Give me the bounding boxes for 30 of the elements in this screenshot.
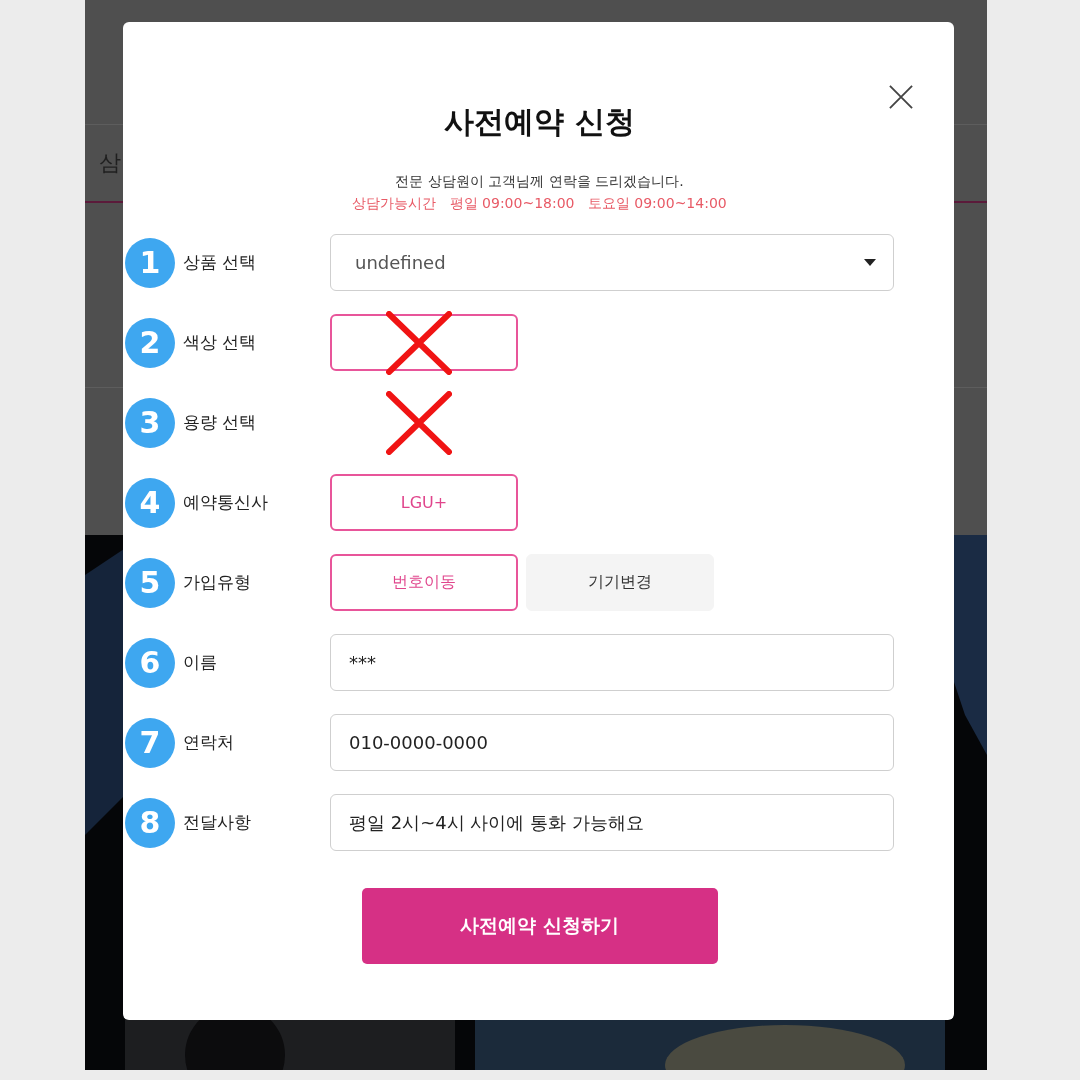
option-button[interactable] bbox=[330, 314, 518, 371]
caret-icon bbox=[864, 259, 876, 266]
subtitle-text: 전문 상담원이 고객님께 연락을 드리겠습니다. bbox=[394, 172, 685, 191]
step-number: 1 bbox=[125, 237, 175, 288]
field-label: 이름 bbox=[183, 651, 218, 674]
dialog-title: 사전예약 신청 bbox=[443, 103, 636, 141]
step-number: 2 bbox=[125, 317, 175, 368]
option-button[interactable]: 기기변경 bbox=[526, 554, 714, 611]
field-label: 예약통신사 bbox=[183, 491, 269, 514]
step-number: 4 bbox=[125, 477, 175, 528]
option-button[interactable]: LGU+ bbox=[330, 474, 518, 531]
field-label: 용량 선택 bbox=[183, 411, 258, 434]
input-field[interactable]: *** bbox=[330, 634, 894, 691]
input-field[interactable]: 평일 2시~4시 사이에 통화 가능해요 bbox=[330, 794, 894, 851]
field-label: 색상 선택 bbox=[183, 331, 258, 354]
input-field[interactable]: 010-0000-0000 bbox=[330, 714, 894, 771]
field-label: 전달사항 bbox=[183, 811, 252, 834]
step-number: 8 bbox=[125, 797, 175, 848]
submit-button[interactable]: 사전예약 신청하기 bbox=[361, 888, 718, 964]
step-number: 7 bbox=[125, 717, 175, 768]
option-button[interactable]: 번호이동 bbox=[330, 554, 518, 611]
hours-text: 상담가능시간 평일 09:00~18:00 토요일 09:00~14:00 bbox=[351, 194, 728, 213]
step-number: 6 bbox=[125, 637, 175, 688]
step-number: 5 bbox=[125, 557, 175, 608]
step-number: 3 bbox=[125, 397, 175, 448]
field-label: 가입유형 bbox=[183, 571, 252, 594]
field-label: 연락처 bbox=[183, 731, 235, 754]
select-field[interactable]: undefined bbox=[330, 234, 894, 291]
close-icon[interactable] bbox=[889, 85, 913, 109]
field-label: 상품 선택 bbox=[183, 251, 258, 274]
